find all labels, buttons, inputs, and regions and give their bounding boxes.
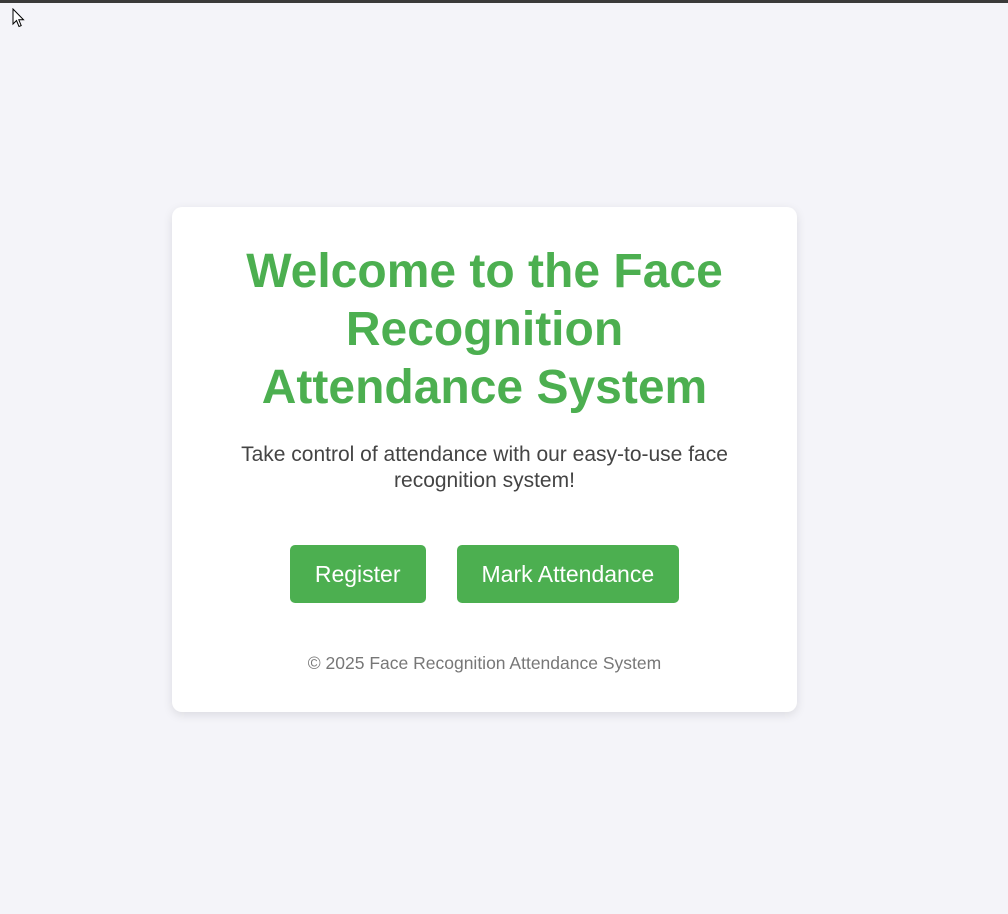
- page-title: Welcome to the Face Recognition Attendan…: [246, 245, 723, 414]
- register-button[interactable]: Register: [289, 545, 426, 603]
- mouse-pointer-icon: [12, 8, 25, 28]
- welcome-card: Welcome to the Face Recognition Attendan…: [172, 207, 797, 712]
- welcome-subtitle: Take control of attendance with our easy…: [241, 443, 728, 492]
- window-top-border: [0, 0, 1008, 3]
- copyright-footer: © 2025 Face Recognition Attendance Syste…: [307, 653, 662, 673]
- mark-attendance-button[interactable]: Mark Attendance: [456, 545, 680, 603]
- action-buttons: Register Mark Attendance: [172, 545, 797, 603]
